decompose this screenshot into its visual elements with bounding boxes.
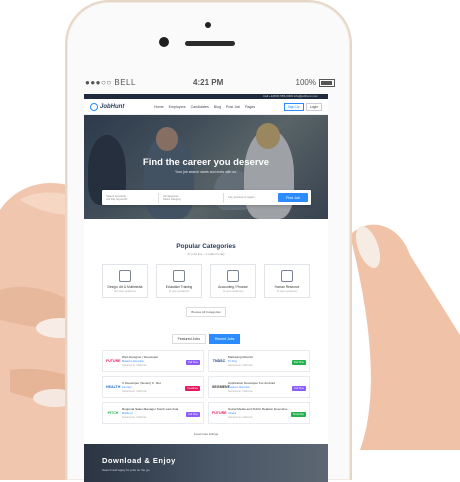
category-count: (22 open positions) xyxy=(113,290,137,293)
job-card[interactable]: TNDSC Marketing Director Tix Dog Sacramento… xyxy=(208,350,310,372)
company-logo: FUTURE xyxy=(212,411,227,415)
job-type-badge: Full Time xyxy=(186,412,200,417)
chart-icon xyxy=(227,270,239,282)
job-search-bar: Search keywords Job title, keywords All c… xyxy=(102,190,311,205)
job-title: C Developer (Senior) C .Net xyxy=(122,381,161,385)
location-field[interactable]: City, province or region xyxy=(224,193,274,203)
job-title: Web Designer / Developer xyxy=(122,355,159,359)
job-type-badge: Full Time xyxy=(292,386,306,391)
phone-frame: ●●●○○ BELL 4:21 PM 100% Call +1(800) 555… xyxy=(65,0,352,482)
hero-title: Find the career you deserve xyxy=(142,157,270,168)
job-location: Sacramento, California xyxy=(122,416,147,419)
brand-logo[interactable]: JobHunt xyxy=(90,102,146,111)
company-name: Massimo Artemisis xyxy=(122,360,144,363)
sensor-dot xyxy=(205,22,211,28)
company-name: Koncept xyxy=(122,386,132,389)
nav-candidates[interactable]: Candidates xyxy=(191,105,209,109)
job-card[interactable]: SEGMENT Application Developer For Android… xyxy=(208,376,310,398)
company-logo: PITCH xyxy=(107,411,119,415)
people-icon xyxy=(281,270,293,282)
status-time: 4:21 PM xyxy=(193,78,224,87)
job-location: Sacramento, California xyxy=(228,416,253,419)
category-count: (6 open positions) xyxy=(168,290,190,293)
company-name: Tix Dog xyxy=(228,360,237,363)
nav-menu: Home Employers Candidates Blog Post Job … xyxy=(154,105,282,109)
nav-employers[interactable]: Employers xyxy=(169,105,186,109)
download-title: Download & Enjoy xyxy=(102,456,176,465)
job-title: Application Developer For Android xyxy=(228,381,275,385)
company-name: Ucrane xyxy=(228,412,237,415)
logo-icon xyxy=(90,102,98,111)
category-list: Design, Art & Multimedia (22 open positio… xyxy=(84,264,328,298)
job-card[interactable]: PITCH Regional Sales Manager South east A… xyxy=(102,402,204,424)
job-card[interactable]: HEALTH C Developer (Senior) C .Net Koncept… xyxy=(102,376,204,398)
job-list: FUTURE Web Designer / Developer Massimo Ar… xyxy=(84,350,328,424)
company-name: Mobile Ui xyxy=(122,412,133,415)
hero-subtitle: Your job search starts and ends with us. xyxy=(175,170,237,174)
category-card[interactable]: Design, Art & Multimedia (22 open positio… xyxy=(102,264,148,298)
download-subtitle: Search and apply for jobs on the go. xyxy=(102,468,151,472)
carrier-label: ●●●○○ BELL xyxy=(85,78,136,87)
category-label: Human Resource xyxy=(274,285,300,289)
category-card[interactable]: Accounting / Finance (3 open positions) xyxy=(210,264,256,298)
category-card[interactable]: Human Resource (3 open positions) xyxy=(264,264,310,298)
status-bar: ●●●○○ BELL 4:21 PM 100% xyxy=(85,78,335,90)
tab-featured-jobs[interactable]: Featured Jobs xyxy=(171,334,206,344)
job-location: Sacramento, California xyxy=(122,364,147,367)
job-type-badge: Full Time xyxy=(186,360,200,365)
site-navbar: JobHunt Home Employers Candidates Blog P… xyxy=(84,99,328,115)
download-banner: Download & Enjoy Search and apply for jo… xyxy=(84,444,328,482)
job-title: Marketing Director xyxy=(228,355,254,359)
categories-title: Popular Categories xyxy=(176,243,236,250)
keyword-field[interactable]: Search keywords Job title, keywords xyxy=(102,192,159,203)
category-label: Accounting / Finance xyxy=(218,285,248,289)
company-logo: HEALTH xyxy=(106,385,121,389)
job-card[interactable]: FUTURE Web Designer / Developer Massimo Ar… xyxy=(102,350,204,372)
job-card[interactable]: FUTURE Social Media and Public Relation E… xyxy=(208,402,310,424)
battery-percent: 100% xyxy=(295,78,316,87)
battery-status: 100% xyxy=(296,78,335,87)
job-type-badge: Freelance xyxy=(185,386,200,391)
job-location: Sacramento, California xyxy=(122,390,147,393)
find-job-button[interactable]: Find Job xyxy=(278,193,308,202)
category-hint: Select category xyxy=(163,197,181,201)
phone-screen: Call +1(800) 555-0000 info@jobhunt.com J… xyxy=(84,94,328,482)
company-logo: FUTURE xyxy=(106,359,121,363)
category-count: (3 open positions) xyxy=(276,290,298,293)
company-name: Massimo Artemisis xyxy=(228,386,250,389)
front-camera xyxy=(159,37,169,47)
load-more-button[interactable]: Load more listings xyxy=(187,432,225,436)
category-label: Education Training xyxy=(165,285,193,289)
location-label: City, province or region xyxy=(228,196,255,199)
company-logo: TNDSC xyxy=(212,359,226,363)
category-count: (3 open positions) xyxy=(222,290,244,293)
category-label: Design, Art & Multimedia xyxy=(107,285,143,289)
job-location: Sacramento, California xyxy=(228,364,253,367)
job-location: Sacramento, California xyxy=(228,390,253,393)
nav-pages[interactable]: Pages xyxy=(245,105,255,109)
signup-button[interactable]: Sign Up xyxy=(283,102,304,111)
graduation-cap-icon xyxy=(173,270,185,282)
tab-recent-jobs[interactable]: Recent Jobs xyxy=(208,334,241,344)
browse-categories-button[interactable]: Browse All Categories xyxy=(186,307,226,317)
thumb-image xyxy=(350,224,460,450)
keyword-hint: Job title, keywords xyxy=(106,197,128,201)
nav-post-job[interactable]: Post Job xyxy=(226,105,240,109)
job-tabs: Featured Jobs Recent Jobs xyxy=(84,334,328,344)
category-select[interactable]: All categories Select category xyxy=(159,192,224,203)
nav-blog[interactable]: Blog xyxy=(214,105,221,109)
nav-home[interactable]: Home xyxy=(154,105,164,109)
category-card[interactable]: Education Training (6 open positions) xyxy=(156,264,202,298)
speaker-grille xyxy=(185,41,235,46)
design-icon xyxy=(119,270,131,282)
job-type-badge: Part Time xyxy=(291,360,306,365)
categories-subtitle: 37 jobs live – 0 added today xyxy=(187,252,225,256)
brand-name: JobHunt xyxy=(100,103,125,110)
job-type-badge: Temporary xyxy=(290,412,306,417)
job-title: Regional Sales Manager South east Asia xyxy=(122,407,179,411)
battery-icon xyxy=(319,78,335,87)
job-title: Social Media and Public Relation Executi… xyxy=(228,407,288,411)
login-button[interactable]: Login xyxy=(305,102,322,111)
company-logo: SEGMENT xyxy=(212,385,230,389)
